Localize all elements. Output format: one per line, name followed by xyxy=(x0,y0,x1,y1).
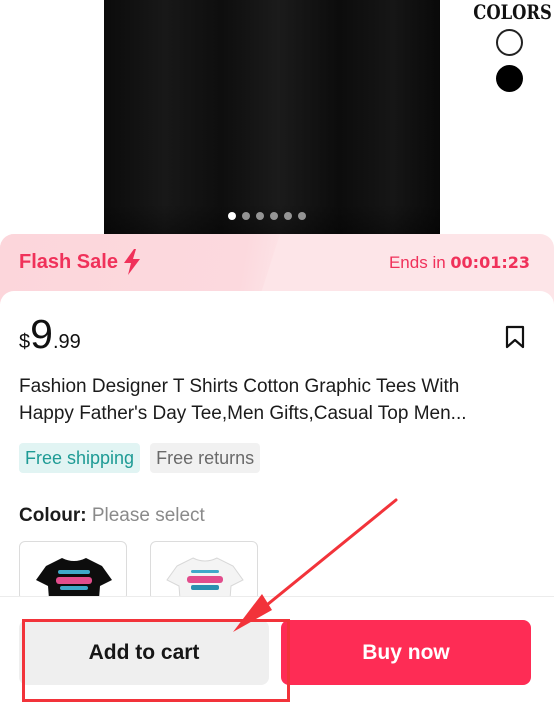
colour-hint: Please select xyxy=(91,505,205,526)
colour-selector-label: Colour: Please select xyxy=(19,505,205,527)
product-info-card: $ 9 .99 Fashion Designer T Shirts Cotton… xyxy=(0,291,554,601)
product-title-line2: Happy Father's Day Tee,Men Gifts,Casual … xyxy=(19,403,467,424)
carousel-indicator xyxy=(228,212,306,220)
carousel-dot xyxy=(270,212,278,220)
product-title-line1: Fashion Designer T Shirts Cotton Graphic… xyxy=(19,376,460,397)
price-decimal: .99 xyxy=(52,331,81,353)
carousel-dot xyxy=(242,212,250,220)
price-integer: 9 xyxy=(30,311,53,357)
black-tshirt-thumbnail xyxy=(36,558,112,600)
colour-option-white[interactable] xyxy=(150,541,258,601)
bookmark-icon[interactable] xyxy=(505,325,525,349)
price-currency: $ xyxy=(19,331,31,353)
product-image-carousel[interactable]: COLORS xyxy=(0,0,554,234)
flash-sale-countdown: Ends in 00:01:23 xyxy=(389,253,530,273)
product-tags: Free shipping Free returns xyxy=(19,443,261,473)
white-color-swatch xyxy=(496,29,523,56)
ends-in-label: Ends in xyxy=(388,253,446,272)
black-color-swatch xyxy=(496,65,523,92)
colour-label: Colour: xyxy=(19,505,87,526)
colors-label: COLORS xyxy=(473,0,552,24)
add-to-cart-button[interactable]: Add to cart xyxy=(19,620,269,685)
colour-option-black[interactable] xyxy=(19,541,127,601)
product-title: Fashion Designer T Shirts Cotton Graphic… xyxy=(19,373,534,427)
free-shipping-badge: Free shipping xyxy=(19,443,141,473)
bottom-action-bar: Add to cart Buy now xyxy=(0,596,554,716)
flash-sale-title: Flash Sale xyxy=(19,249,142,275)
buy-now-button[interactable]: Buy now xyxy=(281,620,531,685)
flash-sale-label: Flash Sale xyxy=(19,250,118,273)
product-price: $ 9 .99 xyxy=(19,314,81,355)
free-returns-badge: Free returns xyxy=(150,443,261,473)
carousel-dot xyxy=(256,212,264,220)
white-tshirt-thumbnail xyxy=(166,557,244,600)
lightning-bolt-icon xyxy=(123,249,140,275)
carousel-dot xyxy=(298,212,306,220)
product-image-black-tshirt xyxy=(104,0,440,234)
carousel-dot-active xyxy=(228,212,236,220)
carousel-dot xyxy=(284,212,292,220)
countdown-timer: 00:01:23 xyxy=(450,253,530,272)
